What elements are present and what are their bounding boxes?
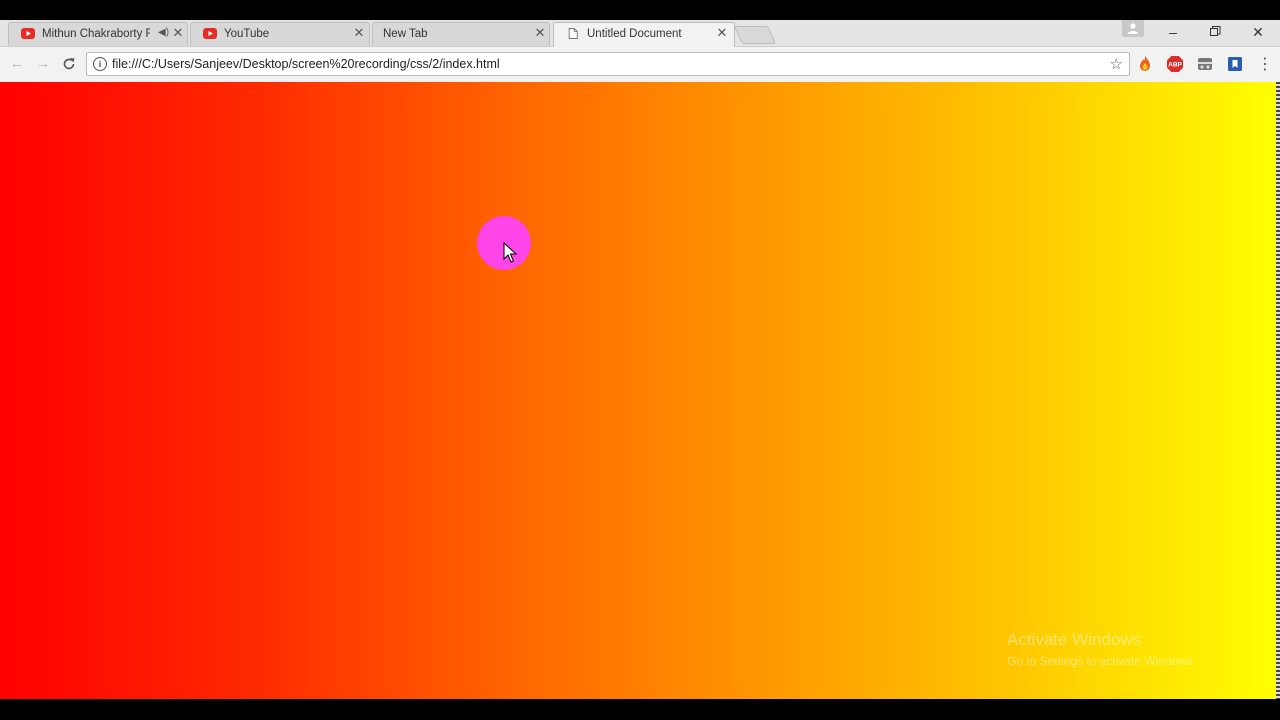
speaker-icon[interactable]: ◀) [158,27,169,38]
back-button[interactable]: ← [6,53,28,75]
youtube-icon [21,28,35,39]
toolbar: ← → i file:///C:/Users/Sanjeev/Desktop/s… [0,47,1280,83]
page-content: Activate Windows Go to Settings to activ… [0,82,1276,699]
info-icon[interactable]: i [93,57,107,71]
watermark-subtitle: Go to Settings to activate Windows. [1007,654,1197,668]
forward-button[interactable]: → [32,53,54,75]
restore-button[interactable] [1201,22,1229,42]
youtube-icon [203,28,217,39]
tab-mithun-chakraborty[interactable]: Mithun Chakraborty F ◀) ✕ [8,22,188,46]
user-icon [1128,23,1138,34]
reload-button[interactable] [58,53,80,75]
tab-title: Untitled Document [587,28,682,40]
address-bar[interactable]: i file:///C:/Users/Sanjeev/Desktop/scree… [86,52,1130,76]
menu-button[interactable]: ⋮ [1254,54,1276,76]
restore-icon [1209,26,1220,36]
new-tab-button[interactable] [733,26,777,44]
tab-new-tab[interactable]: New Tab ✕ [372,22,550,46]
tab-title: Mithun Chakraborty F [42,28,150,40]
activate-windows-watermark: Activate Windows Go to Settings to activ… [1007,630,1196,668]
document-icon [568,28,578,39]
watermark-title: Activate Windows [1007,630,1142,649]
screen: Mithun Chakraborty F ◀) ✕ YouTube ✕ New … [0,0,1280,720]
reload-icon [63,58,75,70]
bookmark-star-icon[interactable]: ☆ [1110,55,1123,73]
adblock-plus-icon[interactable]: ABP [1166,55,1184,73]
close-tab-icon[interactable]: ✕ [533,26,547,40]
profile-button[interactable] [1122,20,1144,37]
close-tab-icon[interactable]: ✕ [352,26,366,40]
tab-youtube[interactable]: YouTube ✕ [190,22,370,46]
bookmark-extension-icon[interactable] [1226,55,1244,73]
incognito-extension-icon[interactable] [1196,55,1214,73]
scrollbar[interactable] [1276,82,1280,699]
browser-chrome: Mithun Chakraborty F ◀) ✕ YouTube ✕ New … [0,20,1280,83]
close-tab-icon[interactable]: ✕ [171,26,185,40]
letterbox-bottom [0,699,1280,720]
tab-title: New Tab [383,28,428,40]
tab-strip: Mithun Chakraborty F ◀) ✕ YouTube ✕ New … [0,20,1280,47]
adblock-label: ABP [1168,62,1182,69]
tab-title: YouTube [224,28,270,40]
tab-untitled-document[interactable]: Untitled Document ✕ [553,22,735,47]
url-text: file:///C:/Users/Sanjeev/Desktop/screen%… [112,57,500,71]
mouse-cursor-icon [503,242,517,263]
fire-extension-icon[interactable] [1136,55,1154,73]
close-tab-icon[interactable]: ✕ [715,26,729,40]
minimize-button[interactable]: – [1159,22,1187,42]
close-window-button[interactable]: ✕ [1244,22,1272,42]
